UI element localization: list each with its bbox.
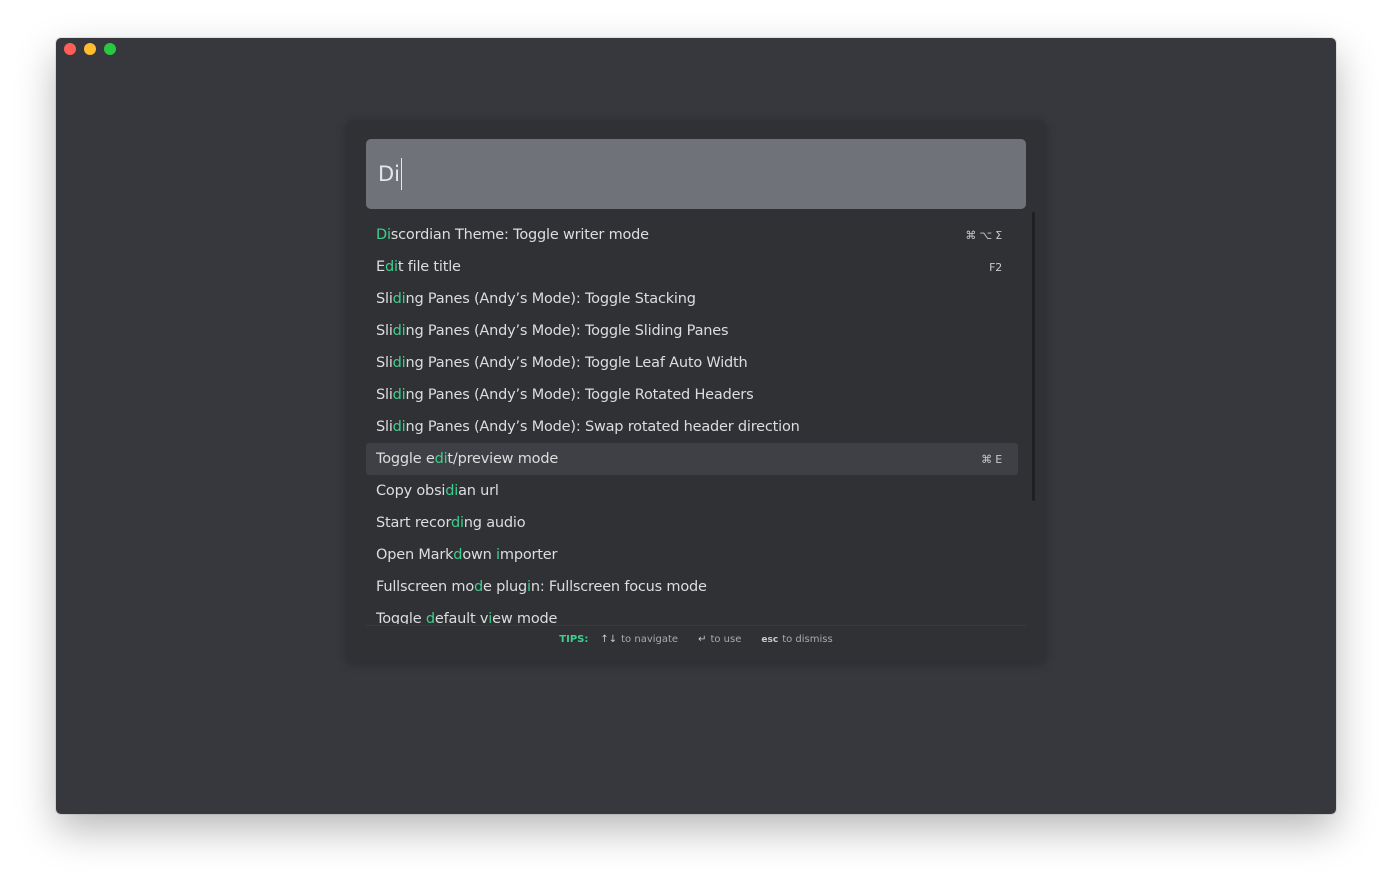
match-highlight: di: [392, 387, 406, 403]
command-label-text: Sli: [376, 323, 393, 339]
command-label-text: scordian Theme: Toggle writer mode: [390, 227, 649, 243]
command-label-text: Copy obsi: [376, 483, 446, 499]
command-result-item[interactable]: Sliding Panes (Andy’s Mode): Toggle Stac…: [366, 283, 1018, 315]
command-label-text: ng Panes (Andy’s Mode): Toggle Rotated H…: [405, 387, 754, 403]
command-result-item[interactable]: Sliding Panes (Andy’s Mode): Toggle Rota…: [366, 379, 1018, 411]
tip-text: to use: [710, 634, 742, 645]
command-label-text: ew mode: [492, 611, 558, 624]
command-label-text: own: [462, 547, 497, 563]
command-result-item[interactable]: Copy obsidian url: [366, 475, 1018, 507]
command-label: Sliding Panes (Andy’s Mode): Toggle Slid…: [376, 323, 729, 339]
command-label-text: E: [376, 259, 385, 275]
command-palette: Di Discordian Theme: Toggle writer mode ⌘…: [346, 120, 1046, 662]
command-label-text: ng Panes (Andy’s Mode): Toggle Stacking: [405, 291, 696, 307]
command-label: Fullscreen mode plugin: Fullscreen focus…: [376, 579, 707, 595]
command-label-text: Toggle: [376, 611, 426, 624]
command-label-text: Sli: [376, 291, 393, 307]
command-label-text: ng Panes (Andy’s Mode): Toggle Sliding P…: [405, 323, 729, 339]
command-result-item[interactable]: Toggle edit/preview mode ⌘ E: [366, 443, 1018, 475]
command-search-input[interactable]: Di: [366, 139, 1026, 209]
command-label: Edit file title: [376, 259, 461, 275]
command-result-item[interactable]: Sliding Panes (Andy’s Mode): Toggle Leaf…: [366, 347, 1018, 379]
command-label-text: Sli: [376, 419, 393, 435]
command-result-item[interactable]: Toggle default view mode: [366, 603, 1018, 624]
command-label: Discordian Theme: Toggle writer mode: [376, 227, 649, 243]
tips-title: TIPS:: [559, 634, 589, 645]
command-label: Sliding Panes (Andy’s Mode): Swap rotate…: [376, 419, 800, 435]
command-label: Sliding Panes (Andy’s Mode): Toggle Leaf…: [376, 355, 748, 371]
match-highlight: di: [445, 483, 459, 499]
command-result-item[interactable]: Edit file title F2: [366, 251, 1018, 283]
match-highlight: di: [384, 259, 398, 275]
command-result-item[interactable]: Open Markdown importer: [366, 539, 1018, 571]
tip-dismiss: esc to dismiss: [761, 634, 832, 645]
command-label: Toggle default view mode: [376, 611, 557, 624]
footer-divider: [366, 625, 1026, 626]
command-label-text: Sli: [376, 387, 393, 403]
command-label-text: ng Panes (Andy’s Mode): Toggle Leaf Auto…: [405, 355, 748, 371]
match-highlight: di: [392, 355, 406, 371]
command-hotkey: F2: [989, 260, 1002, 274]
tip-use: ↵ to use: [698, 634, 741, 645]
command-label: Copy obsidian url: [376, 483, 499, 499]
command-result-item[interactable]: Sliding Panes (Andy’s Mode): Toggle Slid…: [366, 315, 1018, 347]
match-highlight: di: [434, 451, 448, 467]
match-highlight: di: [392, 291, 406, 307]
tips-bar: TIPS: ↑↓ to navigate ↵ to use esc to dismiss: [346, 634, 1046, 645]
command-label-text: Fullscreen mo: [376, 579, 475, 595]
command-label-text: ng audio: [463, 515, 526, 531]
search-input-value: Di: [378, 158, 403, 190]
command-label-text: an url: [458, 483, 499, 499]
command-label-text: n: Fullscreen focus mode: [530, 579, 707, 595]
command-label-text: Sli: [376, 355, 393, 371]
close-button[interactable]: [64, 43, 76, 55]
command-result-item[interactable]: Fullscreen mode plugin: Fullscreen focus…: [366, 571, 1018, 603]
command-hotkey: ⌘ E: [981, 452, 1002, 466]
tip-key: ↵: [698, 634, 707, 645]
command-label-text: t file title: [397, 259, 461, 275]
command-label-text: e plug: [483, 579, 527, 595]
command-label-text: mporter: [499, 547, 558, 563]
command-result-item[interactable]: Discordian Theme: Toggle writer mode ⌘ ⌥ …: [366, 220, 1018, 251]
command-label-text: Open Mark: [376, 547, 454, 563]
command-label: Toggle edit/preview mode: [376, 451, 558, 467]
tip-navigate: ↑↓ to navigate: [600, 634, 678, 645]
tip-text: to navigate: [621, 634, 679, 645]
results-scrollbar[interactable]: [1032, 212, 1035, 501]
command-hotkey: ⌘ ⌥ Σ: [965, 228, 1002, 242]
match-highlight: d: [453, 547, 463, 563]
command-label: Sliding Panes (Andy’s Mode): Toggle Stac…: [376, 291, 696, 307]
tip-text: to dismiss: [782, 634, 833, 645]
command-result-item[interactable]: Start recording audio: [366, 507, 1018, 539]
command-label-text: Toggle e: [376, 451, 435, 467]
command-label: Open Markdown importer: [376, 547, 557, 563]
match-highlight: d: [474, 579, 484, 595]
zoom-button[interactable]: [104, 43, 116, 55]
command-label-text: efault v: [434, 611, 489, 624]
window-controls: [64, 43, 116, 55]
match-highlight: Di: [376, 227, 391, 243]
match-highlight: di: [392, 419, 406, 435]
command-results-list: Discordian Theme: Toggle writer mode ⌘ ⌥ …: [366, 220, 1038, 624]
minimize-button[interactable]: [84, 43, 96, 55]
command-label-text: ng Panes (Andy’s Mode): Swap rotated hea…: [405, 419, 800, 435]
match-highlight: di: [450, 515, 464, 531]
tip-key: esc: [761, 635, 779, 645]
command-label: Start recording audio: [376, 515, 526, 531]
tip-key: ↑↓: [600, 634, 618, 645]
command-result-item[interactable]: Sliding Panes (Andy’s Mode): Swap rotate…: [366, 411, 1018, 443]
command-label: Sliding Panes (Andy’s Mode): Toggle Rota…: [376, 387, 754, 403]
match-highlight: di: [392, 323, 406, 339]
command-label-text: t/preview mode: [447, 451, 559, 467]
command-label-text: Start recor: [376, 515, 451, 531]
app-window: Di Discordian Theme: Toggle writer mode ⌘…: [56, 38, 1336, 814]
match-highlight: d: [425, 611, 435, 624]
